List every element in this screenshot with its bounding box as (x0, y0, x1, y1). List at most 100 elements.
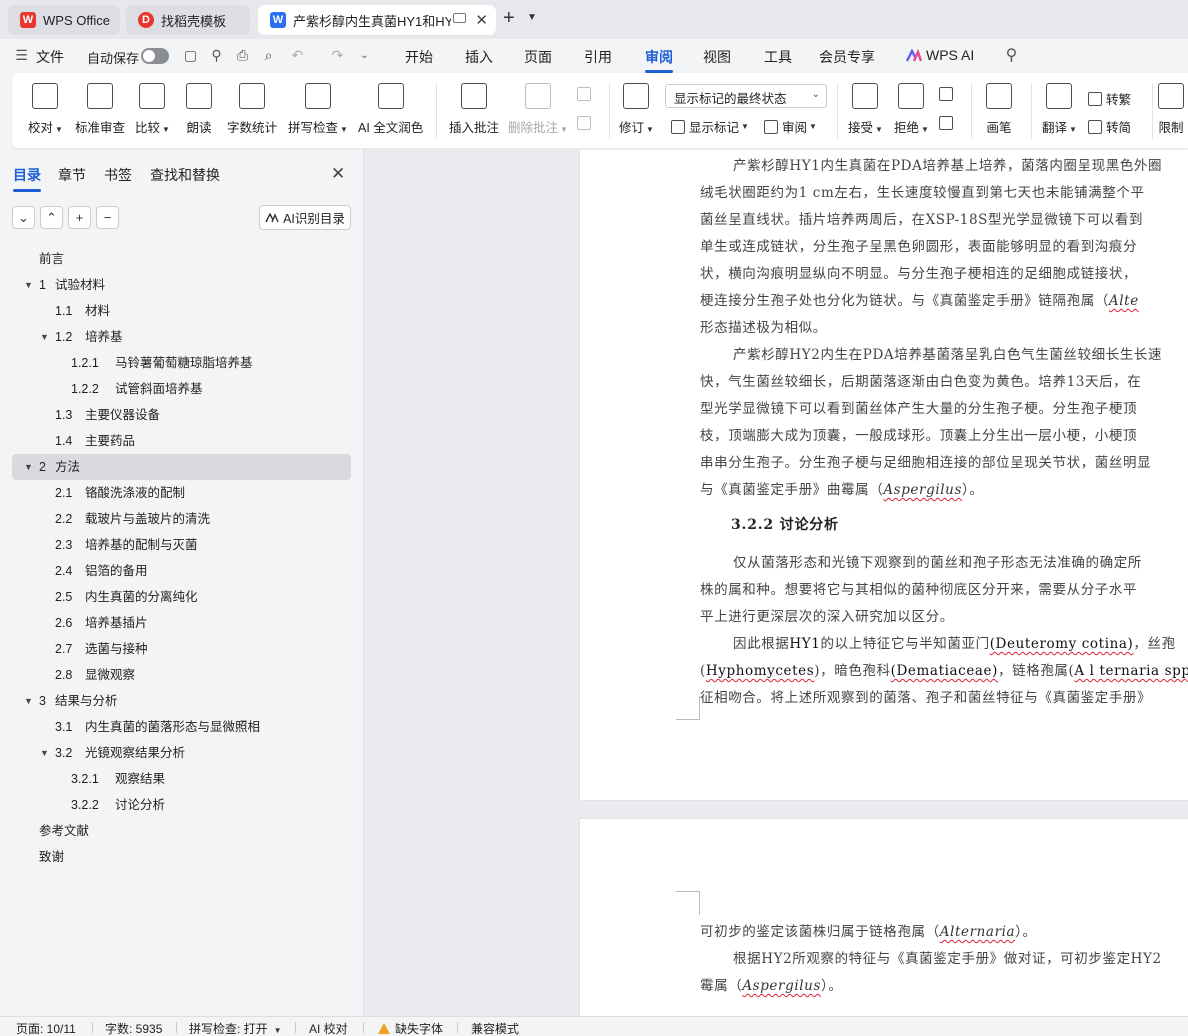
accept-button[interactable]: 接受 ▼ (848, 83, 883, 136)
toc-item[interactable]: ▼ 1.2 培养基 (12, 324, 351, 350)
menu-tab-insert[interactable]: 插入 (465, 47, 493, 67)
toc-item[interactable]: ▼ 2 方法 (12, 454, 351, 480)
toc-item[interactable]: 致谢 (12, 844, 351, 870)
add-heading-icon[interactable]: + (68, 206, 91, 229)
close-icon[interactable]: ✕ (331, 164, 345, 184)
toc-item[interactable]: 2.6 培养基插片 (12, 610, 351, 636)
ai-polish-button[interactable]: AI 全文润色 (358, 83, 423, 136)
expand-down-icon[interactable]: ⌄ (12, 206, 35, 229)
page-indicator[interactable]: 页面: 10/11 (16, 1020, 76, 1036)
print-icon[interactable]: ⎙ (235, 48, 250, 63)
expand-triangle-icon[interactable]: ▼ (40, 324, 49, 350)
read-aloud-button[interactable]: 朗读 (186, 83, 212, 136)
toc-item[interactable]: 1.2.1 马铃薯葡萄糖琼脂培养基 (12, 350, 351, 376)
toc-item[interactable]: 1.4 主要药品 (12, 428, 351, 454)
toc-item[interactable]: 1.3 主要仪器设备 (12, 402, 351, 428)
toc-item[interactable]: 2.4 铝箔的备用 (12, 558, 351, 584)
document-canvas[interactable]: 产紫杉醇HY1内生真菌在PDA培养基上培养，菌落内圈呈现黑色外圈 绒毛状圈距约为… (364, 150, 1188, 1016)
close-icon[interactable]: ✕ (475, 11, 488, 29)
prev-comment-icon[interactable] (577, 87, 595, 101)
toc-item[interactable]: 1.1 材料 (12, 298, 351, 324)
menu-tab-wps-ai[interactable]: WPS AI (926, 47, 974, 63)
expand-triangle-icon[interactable]: ▼ (24, 454, 33, 480)
menu-tab-member[interactable]: 会员专享 (819, 47, 875, 67)
toc-item[interactable]: 2.1 铬酸洗涤液的配制 (12, 480, 351, 506)
remove-heading-icon[interactable]: − (96, 206, 119, 229)
menu-tab-page[interactable]: 页面 (524, 47, 552, 67)
nav-tab-find-replace[interactable]: 查找和替换 (150, 165, 220, 185)
translate-button[interactable]: 翻译 ▼ (1042, 83, 1077, 136)
reject-icon (898, 83, 925, 109)
toc-item[interactable]: ▼ 3 结果与分析 (12, 688, 351, 714)
toc-item[interactable]: 3.2.1 观察结果 (12, 766, 351, 792)
next-change-icon[interactable] (939, 116, 957, 130)
chevron-down-icon[interactable]: ▼ (527, 12, 537, 23)
to-simplified-icon (1088, 119, 1102, 134)
toc-item[interactable]: 3.1 内生真菌的菌落形态与显微照相 (12, 714, 351, 740)
expand-triangle-icon[interactable]: ▼ (24, 688, 33, 714)
search-icon[interactable]: ⚲ (1004, 48, 1019, 64)
expand-triangle-icon[interactable]: ▼ (24, 272, 33, 298)
more-chevron-icon[interactable]: ⌄ (357, 48, 372, 63)
toc-item[interactable]: 参考文献 (12, 818, 351, 844)
restrict-editing-button[interactable]: 限制 (1158, 83, 1184, 136)
markup-state-select[interactable]: 显示标记的最终状态 ⌄ (665, 84, 827, 108)
prev-change-icon[interactable] (939, 87, 957, 101)
to-traditional-button[interactable]: 转繁 (1088, 89, 1131, 108)
next-comment-icon[interactable] (577, 116, 595, 130)
toc-item[interactable]: 3.2.2 讨论分析 (12, 792, 351, 818)
toc-item[interactable]: 2.3 培养基的配制与灭菌 (12, 532, 351, 558)
review-pane-button[interactable]: 审阅 ▼ (764, 117, 817, 136)
tab-docer-templates[interactable]: D 找稻壳模板 (126, 5, 250, 35)
toc-item[interactable]: 2.2 载玻片与盖玻片的清洗 (12, 506, 351, 532)
expand-triangle-icon[interactable]: ▼ (40, 740, 49, 766)
insert-comment-button[interactable]: 插入批注 (449, 83, 499, 136)
spell-check-status[interactable]: 拼写检查: 打开 ▼ (189, 1020, 282, 1036)
reject-button[interactable]: 拒绝 ▼ (894, 83, 929, 136)
compare-button[interactable]: 比较 ▼ (135, 83, 170, 136)
menu-tab-review[interactable]: 审阅 (645, 47, 673, 73)
toc-item[interactable]: ▼ 3.2 光镜观察结果分析 (12, 740, 351, 766)
proofread-button[interactable]: 校对 ▼ (28, 83, 63, 136)
standard-review-button[interactable]: 标准审查 (75, 83, 125, 136)
tab-current-document[interactable]: W 产紫杉醇内生真菌HY1和HY2 ✕ (258, 5, 496, 35)
share-link-icon[interactable]: ⚲ (209, 48, 224, 63)
spell-check-button[interactable]: 拼写检查 ▼ (288, 83, 348, 136)
autosave-toggle[interactable] (141, 48, 169, 64)
toc-item[interactable]: 2.5 内生真菌的分离纯化 (12, 584, 351, 610)
ai-proofread-status[interactable]: AI 校对 (309, 1020, 348, 1036)
word-count-button[interactable]: 字数统计 (227, 83, 277, 136)
missing-font-status[interactable]: 缺失字体 (378, 1020, 443, 1036)
redo-icon[interactable]: ↷ (330, 48, 345, 63)
menu-tab-tools[interactable]: 工具 (764, 47, 792, 67)
menu-tab-references[interactable]: 引用 (584, 47, 612, 67)
track-changes-button[interactable]: 修订 ▼ (619, 83, 654, 136)
toc-item[interactable]: 1.2.2 试管斜面培养基 (12, 376, 351, 402)
nav-tab-chapters[interactable]: 章节 (58, 165, 86, 185)
ai-identify-toc-button[interactable]: AI识别目录 (259, 205, 351, 230)
word-count-status[interactable]: 字数: 5935 (105, 1020, 162, 1036)
toc-item[interactable]: 2.8 显微观察 (12, 662, 351, 688)
hamburger-menu-icon[interactable]: ☰ (14, 48, 29, 63)
nav-tab-bookmarks[interactable]: 书签 (104, 165, 132, 185)
to-simplified-button[interactable]: 转简 (1088, 117, 1131, 136)
show-markup-button[interactable]: 显示标记 ▼ (671, 117, 749, 136)
menu-tab-start[interactable]: 开始 (405, 47, 433, 67)
toc-item[interactable]: ▼ 1 试验材料 (12, 272, 351, 298)
tab-wps-office[interactable]: W WPS Office (8, 5, 120, 35)
delete-comment-button[interactable]: 删除批注 ▼ (508, 83, 568, 136)
pen-button[interactable]: 画笔 (986, 83, 1012, 136)
paragraph-line: 枝，顶端膨大成为顶囊，一般成球形。顶囊上分生出一层小梗，小梗顶 (700, 428, 1138, 444)
monitor-icon[interactable] (453, 13, 466, 23)
nav-tab-toc[interactable]: 目录 (13, 165, 41, 192)
new-tab-icon[interactable]: + (503, 8, 515, 28)
undo-icon[interactable]: ↶ (290, 48, 305, 63)
toc-item[interactable]: 2.7 选菌与接种 (12, 636, 351, 662)
print-preview-icon[interactable]: ⌕ (261, 48, 276, 63)
menu-tab-view[interactable]: 视图 (703, 47, 731, 67)
toc-item[interactable]: 前言 (12, 246, 351, 272)
file-menu[interactable]: 文件 (36, 47, 64, 67)
save-icon[interactable]: ▢ (183, 48, 198, 63)
collapse-up-icon[interactable]: ⌃ (40, 206, 63, 229)
writer-doc-icon: W (270, 12, 286, 28)
